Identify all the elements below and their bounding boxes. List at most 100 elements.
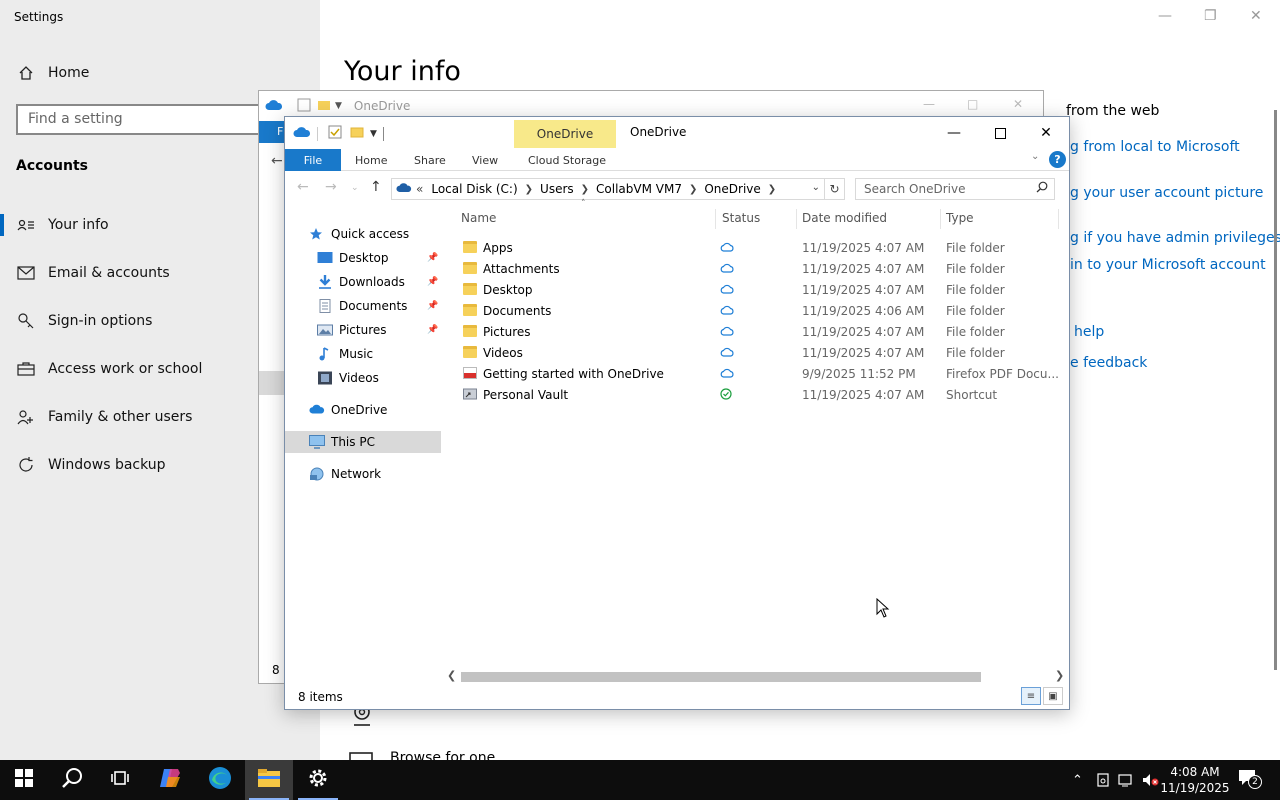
- settings-restore-button[interactable]: ❐: [1204, 8, 1217, 24]
- address-chevron-icon[interactable]: ❯: [581, 184, 589, 195]
- tab-home[interactable]: Home: [355, 149, 387, 171]
- file-row-desktop[interactable]: Desktop 11/19/2025 4:07 AM File folder: [461, 280, 1061, 301]
- taskbar-clock[interactable]: 4:08 AM 11/19/2025: [1160, 764, 1230, 796]
- nav-music[interactable]: Music: [317, 343, 373, 365]
- settings-link[interactable]: g if you have admin privileges: [1070, 230, 1280, 246]
- pin-icon[interactable]: 📌: [427, 277, 438, 287]
- back-close-button[interactable]: ✕: [1013, 97, 1023, 111]
- close-button[interactable]: ✕: [1023, 121, 1069, 145]
- minimize-button[interactable]: —: [931, 121, 977, 145]
- volume-muted-icon[interactable]: [1142, 760, 1160, 800]
- nav-network[interactable]: Network: [309, 463, 381, 485]
- up-button[interactable]: ↑: [370, 179, 382, 195]
- horizontal-scrollbar[interactable]: ❮ ❯: [445, 669, 1067, 685]
- address-bar[interactable]: « Local Disk (C:) ❯ Users ❯ CollabVM VM7…: [391, 178, 825, 200]
- back-arrow-icon[interactable]: ←: [271, 153, 283, 169]
- network-tray-icon[interactable]: [1118, 760, 1136, 800]
- show-hidden-icons-button[interactable]: ⌃: [1072, 760, 1083, 800]
- nav-quick-access[interactable]: Quick access: [309, 223, 409, 245]
- file-row-attachments[interactable]: Attachments 11/19/2025 4:07 AM File fold…: [461, 259, 1061, 280]
- settings-nav-email-accounts[interactable]: Email & accounts: [16, 264, 170, 282]
- start-button[interactable]: [0, 760, 48, 800]
- tab-file[interactable]: File: [285, 149, 341, 171]
- new-folder-icon[interactable]: [350, 126, 364, 141]
- tray-device-icon[interactable]: [1096, 760, 1110, 800]
- qat-dropdown-icon[interactable]: ▼: [370, 129, 377, 139]
- settings-minimize-button[interactable]: —: [1158, 8, 1172, 24]
- nav-documents[interactable]: Documents 📌: [317, 295, 441, 317]
- file-row-getting-started[interactable]: Getting started with OneDrive 9/9/2025 1…: [461, 364, 1061, 385]
- large-icons-view-icon[interactable]: ▣: [1043, 687, 1063, 705]
- edge-button[interactable]: [196, 760, 244, 800]
- back-maximize-button[interactable]: □: [967, 97, 978, 111]
- address-dropdown-icon[interactable]: ⌄: [812, 182, 820, 193]
- back-file-tab[interactable]: F: [259, 121, 285, 143]
- nav-onedrive[interactable]: OneDrive: [309, 399, 387, 421]
- file-row-documents[interactable]: Documents 11/19/2025 4:06 AM File folder: [461, 301, 1061, 322]
- scroll-right-arrow-icon[interactable]: ❯: [1055, 669, 1064, 682]
- get-help-link[interactable]: help: [1074, 324, 1104, 340]
- search-input[interactable]: Search OneDrive: [855, 178, 1055, 200]
- maximize-button[interactable]: [977, 121, 1023, 145]
- pin-icon[interactable]: 📌: [427, 325, 438, 335]
- nav-desktop[interactable]: Desktop 📌: [317, 247, 441, 269]
- scroll-left-arrow-icon[interactable]: ❮: [447, 669, 456, 682]
- help-icon[interactable]: ?: [1049, 151, 1066, 168]
- column-header-status[interactable]: Status: [722, 211, 760, 225]
- back-minimize-button[interactable]: —: [923, 97, 935, 111]
- back-button[interactable]: ←: [297, 179, 309, 195]
- give-feedback-link[interactable]: e feedback: [1070, 355, 1147, 371]
- address-chevron-icon[interactable]: ❯: [768, 184, 776, 195]
- file-explorer-button[interactable]: [245, 760, 293, 800]
- address-chevron-icon[interactable]: ❯: [525, 184, 533, 195]
- details-view-icon[interactable]: ≡: [1021, 687, 1041, 705]
- recent-locations-button[interactable]: ⌄: [351, 183, 359, 193]
- qat-dropdown-icon[interactable]: ▼: [335, 101, 342, 111]
- settings-link[interactable]: in to your Microsoft account: [1070, 257, 1266, 273]
- search-button[interactable]: [48, 760, 96, 800]
- settings-nav-your-info[interactable]: Your info: [16, 216, 109, 234]
- tab-view[interactable]: View: [472, 149, 498, 171]
- pin-icon[interactable]: 📌: [427, 253, 438, 263]
- column-divider[interactable]: [940, 209, 941, 229]
- nav-videos[interactable]: Videos: [317, 367, 379, 389]
- pin-icon[interactable]: 📌: [427, 301, 438, 311]
- address-segment[interactable]: OneDrive: [704, 182, 760, 196]
- column-header-date[interactable]: Date modified: [802, 211, 887, 225]
- column-divider[interactable]: [1058, 209, 1059, 229]
- notification-center-button[interactable]: 2: [1238, 760, 1262, 800]
- nav-this-pc[interactable]: This PC: [285, 431, 441, 453]
- settings-nav-work-school[interactable]: Access work or school: [16, 360, 202, 378]
- settings-home-item[interactable]: Home: [16, 64, 89, 82]
- file-row-videos[interactable]: Videos 11/19/2025 4:07 AM File folder: [461, 343, 1061, 364]
- column-header-name[interactable]: Name: [461, 211, 496, 225]
- copilot-button[interactable]: [146, 760, 194, 800]
- settings-close-button[interactable]: ✕: [1250, 8, 1262, 24]
- address-segment[interactable]: Users: [540, 182, 574, 196]
- ribbon-expand-icon[interactable]: ⌄: [1031, 151, 1039, 162]
- address-segment[interactable]: Local Disk (C:): [431, 182, 517, 196]
- properties-icon[interactable]: [328, 125, 342, 142]
- file-row-personal-vault[interactable]: Personal Vault 11/19/2025 4:07 AM Shortc…: [461, 385, 1061, 406]
- address-segment[interactable]: CollabVM VM7: [596, 182, 682, 196]
- column-divider[interactable]: [715, 209, 716, 229]
- tab-share[interactable]: Share: [414, 149, 446, 171]
- nav-pictures[interactable]: Pictures 📌: [317, 319, 441, 341]
- address-overflow[interactable]: «: [416, 182, 423, 196]
- settings-link[interactable]: g from local to Microsoft: [1070, 139, 1240, 155]
- task-view-button[interactable]: [96, 760, 144, 800]
- file-row-pictures[interactable]: Pictures 11/19/2025 4:07 AM File folder: [461, 322, 1061, 343]
- settings-nav-sign-in[interactable]: Sign-in options: [16, 312, 152, 330]
- settings-scrollbar[interactable]: [1274, 110, 1277, 670]
- column-divider[interactable]: [796, 209, 797, 229]
- file-row-apps[interactable]: Apps 11/19/2025 4:07 AM File folder: [461, 238, 1061, 259]
- scrollbar-thumb[interactable]: [461, 672, 981, 682]
- nav-downloads[interactable]: Downloads 📌: [317, 271, 441, 293]
- forward-button[interactable]: →: [325, 179, 337, 195]
- refresh-button[interactable]: ↻: [825, 178, 845, 200]
- settings-nav-family[interactable]: Family & other users: [16, 408, 192, 426]
- column-header-type[interactable]: Type: [946, 211, 974, 225]
- settings-nav-backup[interactable]: Windows backup: [16, 456, 166, 474]
- settings-link[interactable]: g your user account picture: [1070, 185, 1263, 201]
- tab-cloud-storage[interactable]: Cloud Storage: [528, 149, 606, 171]
